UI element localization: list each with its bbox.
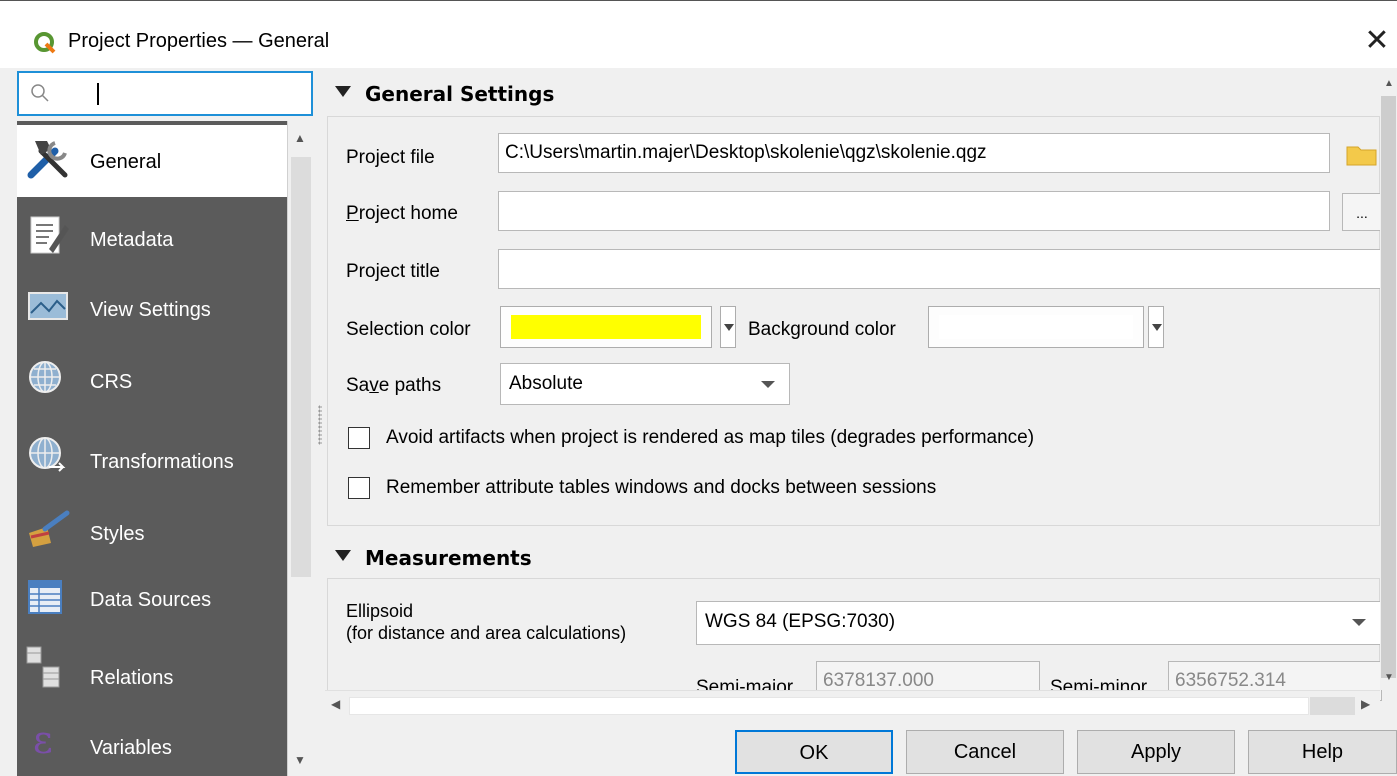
selection-color-dropdown[interactable] xyxy=(720,306,736,348)
apply-button[interactable]: Apply xyxy=(1077,730,1235,774)
sidebar-item-label: General xyxy=(90,151,162,173)
remember-tables-label: Remember attribute tables windows and do… xyxy=(386,477,937,498)
sidebar-item-label: Metadata xyxy=(90,229,174,251)
save-paths-select[interactable]: Absolute xyxy=(500,363,790,405)
project-home-field[interactable] xyxy=(498,191,1330,231)
tools-icon xyxy=(27,141,68,179)
scrollbar-track-end xyxy=(1310,697,1355,715)
project-file-label: Project file xyxy=(346,147,435,168)
text-cursor xyxy=(97,83,99,105)
scrollbar-thumb[interactable] xyxy=(349,697,1309,715)
main-horizontal-scrollbar[interactable]: ◀ ▶ xyxy=(325,690,1380,720)
folder-icon[interactable] xyxy=(1346,143,1378,167)
sidebar-item-label: Styles xyxy=(90,523,145,545)
main-vertical-scrollbar[interactable]: ▲ ▼ xyxy=(1380,72,1397,690)
globe-transform-icon xyxy=(29,437,66,472)
general-settings-header[interactable]: General Settings xyxy=(325,72,1380,116)
avoid-artifacts-checkbox[interactable] xyxy=(348,427,370,449)
collapse-triangle-icon xyxy=(335,86,351,97)
sidebar-item-crs[interactable]: CRS xyxy=(17,345,287,417)
sidebar-scrollbar[interactable]: ▲ ▼ xyxy=(287,121,313,776)
sidebar-item-variables[interactable]: ε Variables xyxy=(17,705,287,776)
help-button[interactable]: Help xyxy=(1248,730,1397,774)
selection-color-button[interactable] xyxy=(500,306,712,348)
background-color-swatch xyxy=(939,315,1133,339)
splitter-handle[interactable] xyxy=(318,405,322,445)
scroll-up-icon[interactable]: ▲ xyxy=(294,131,306,145)
title-bar: Project Properties — General ✕ xyxy=(0,0,1397,68)
ellipsoid-label: Ellipsoid xyxy=(346,601,414,621)
scroll-left-icon[interactable]: ◀ xyxy=(331,697,340,711)
project-home-label: Project home xyxy=(346,203,458,224)
background-color-button[interactable] xyxy=(928,306,1144,348)
sidebar-item-label: Transformations xyxy=(90,451,234,473)
ellipsoid-select[interactable]: WGS 84 (EPSG:7030) xyxy=(696,601,1381,645)
scrollbar-thumb[interactable] xyxy=(291,157,311,577)
ok-button[interactable]: OK xyxy=(735,730,893,774)
sidebar-item-view-settings[interactable]: View Settings xyxy=(17,273,287,345)
search-icon xyxy=(31,84,49,102)
scrollbar-thumb[interactable] xyxy=(1381,96,1396,678)
svg-text:ε: ε xyxy=(33,718,53,762)
scroll-right-icon[interactable]: ▶ xyxy=(1361,697,1370,711)
selection-color-label: Selection color xyxy=(346,319,471,340)
sidebar-item-label: Relations xyxy=(90,667,174,689)
sidebar-item-label: Data Sources xyxy=(90,589,212,611)
sidebar: General Metadata View Settings CRS Trans… xyxy=(17,121,287,776)
sidebar-item-label: View Settings xyxy=(90,299,211,321)
ellipsoid-sublabel: (for distance and area calculations) xyxy=(346,623,627,643)
paintbrush-icon xyxy=(29,510,70,547)
project-home-browse-button[interactable]: ... xyxy=(1342,193,1382,231)
project-file-field[interactable]: C:\Users\martin.majer\Desktop\skolenie\q… xyxy=(498,133,1330,173)
project-title-label: Project title xyxy=(346,261,440,282)
table-icon xyxy=(28,580,62,614)
save-paths-label: Save paths xyxy=(346,375,442,396)
remember-tables-checkbox[interactable] xyxy=(348,477,370,499)
chevron-down-icon xyxy=(1352,619,1366,626)
selection-color-swatch xyxy=(511,315,701,339)
sidebar-item-relations[interactable]: Relations xyxy=(17,633,287,705)
general-settings-group: Project file C:\Users\martin.majer\Deskt… xyxy=(327,116,1383,526)
background-color-dropdown[interactable] xyxy=(1148,306,1164,348)
sidebar-item-label: Variables xyxy=(90,737,172,759)
project-title-field[interactable] xyxy=(498,249,1383,289)
background-color-label: Background color xyxy=(748,319,896,340)
scroll-down-icon[interactable]: ▼ xyxy=(1384,672,1394,683)
collapse-triangle-icon xyxy=(335,550,351,561)
search-input[interactable] xyxy=(17,71,313,116)
avoid-artifacts-label: Avoid artifacts when project is rendered… xyxy=(386,427,1035,448)
sidebar-item-data-sources[interactable]: Data Sources xyxy=(17,561,287,633)
cancel-button[interactable]: Cancel xyxy=(906,730,1064,774)
epsilon-icon: ε xyxy=(33,718,53,762)
document-edit-icon xyxy=(30,216,69,254)
measurements-header[interactable]: Measurements xyxy=(325,536,1380,580)
close-icon[interactable]: ✕ xyxy=(1357,21,1397,61)
settings-panel: General Settings Project file C:\Users\m… xyxy=(325,72,1383,718)
relations-icon xyxy=(26,646,60,688)
globe-icon xyxy=(29,361,61,393)
sidebar-item-styles[interactable]: Styles xyxy=(17,489,287,561)
sidebar-item-general[interactable]: General xyxy=(17,125,287,197)
scroll-up-icon[interactable]: ▲ xyxy=(1384,78,1394,89)
window-title: Project Properties — General xyxy=(68,30,330,52)
qgis-logo-icon xyxy=(34,32,56,54)
scroll-down-icon[interactable]: ▼ xyxy=(294,753,306,767)
sidebar-item-metadata[interactable]: Metadata xyxy=(17,201,287,273)
map-view-icon xyxy=(28,292,68,320)
sidebar-item-transformations[interactable]: Transformations xyxy=(17,417,287,489)
sidebar-item-label: CRS xyxy=(90,371,133,393)
chevron-down-icon xyxy=(761,381,775,388)
